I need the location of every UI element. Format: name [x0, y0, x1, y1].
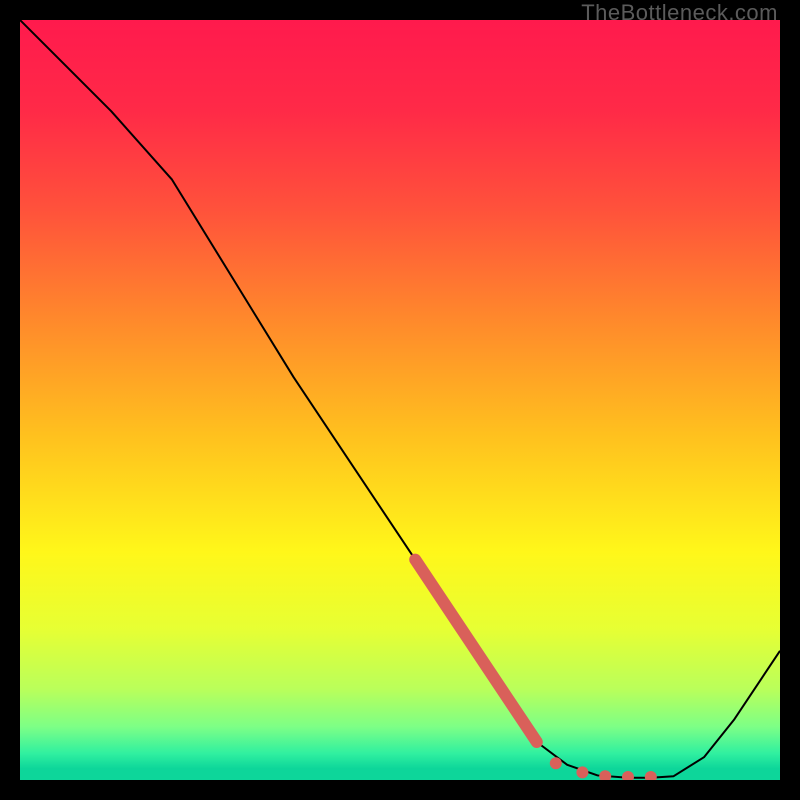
bottleneck-chart [20, 20, 780, 780]
highlight-dot [550, 757, 562, 769]
watermark-text: TheBottleneck.com [581, 0, 778, 26]
highlight-dot [576, 766, 588, 778]
chart-frame [20, 20, 780, 780]
gradient-background [20, 20, 780, 780]
